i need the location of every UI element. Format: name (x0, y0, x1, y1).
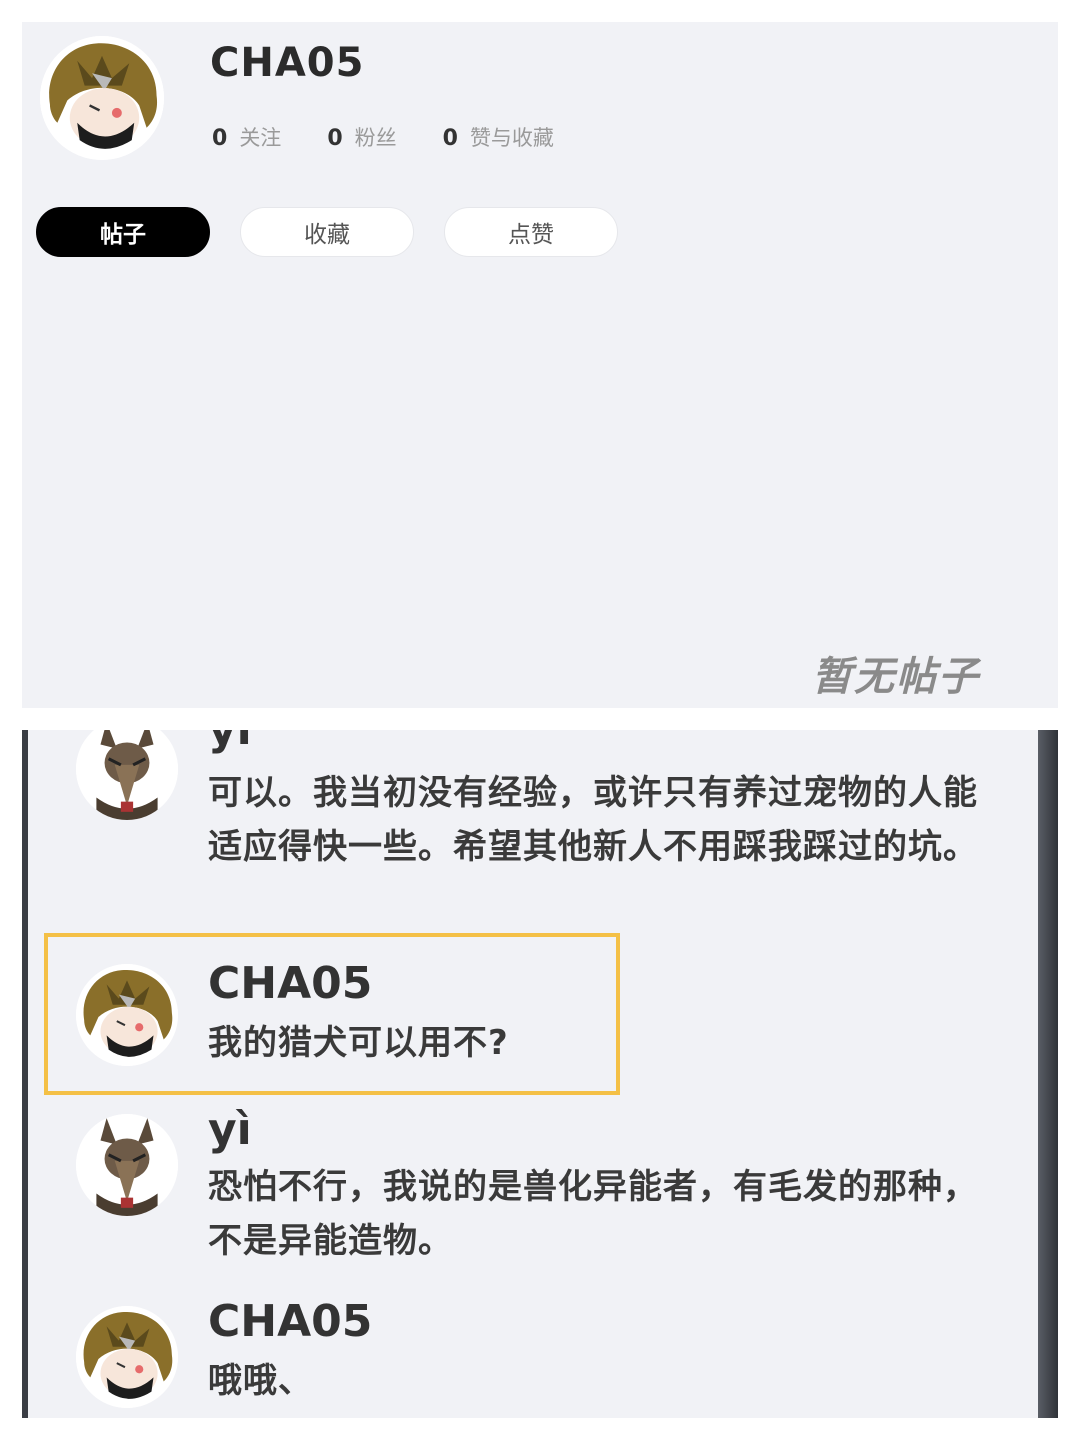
profile-username: CHA05 (210, 40, 365, 86)
stat-likes-label: 赞与收藏 (469, 126, 554, 150)
cha05-avatar[interactable] (76, 1306, 178, 1408)
yi-avatar[interactable] (76, 730, 178, 820)
profile-tabs: 帖子 收藏 点赞 (36, 207, 618, 257)
stat-following-label: 关注 (239, 126, 282, 150)
message-text: 哦哦、 (208, 1361, 313, 1401)
stat-followers-count: 0 (327, 126, 343, 151)
tab-favorites[interactable]: 收藏 (240, 207, 414, 257)
message-sender: CHA05 (208, 1296, 373, 1347)
message-text: 恐怕不行，我说的是兽化异能者，有毛发的那种，不是异能造物。 (208, 1167, 978, 1261)
chat-message: CHA05 哦哦、 (22, 1296, 1032, 1418)
tab-posts[interactable]: 帖子 (36, 207, 210, 257)
message-text: 我的猎犬可以用不? (208, 1023, 509, 1063)
stat-likes[interactable]: 0 赞与收藏 (443, 122, 554, 152)
message-sender: yì (208, 730, 252, 755)
message-sender: CHA05 (208, 958, 373, 1009)
chat-message: yì 恐怕不行，我说的是兽化异能者，有毛发的那种，不是异能造物。 (22, 1104, 1032, 1268)
cha05-avatar[interactable] (76, 964, 178, 1066)
profile-stats: 0 关注 0 粉丝 0 赞与收藏 (212, 122, 554, 152)
message-sender: yì (208, 1104, 252, 1155)
message-text: 可以。我当初没有经验，或许只有养过宠物的人能适应得快一些。希望其他新人不用踩我踩… (208, 773, 978, 867)
panel-edge-right (1038, 730, 1058, 1418)
stat-followers-label: 粉丝 (354, 126, 397, 150)
profile-avatar[interactable] (40, 36, 164, 160)
chat-panel[interactable]: yì 可以。我当初没有经验，或许只有养过宠物的人能适应得快一些。希望其他新人不用… (22, 730, 1058, 1418)
stat-followers[interactable]: 0 粉丝 (327, 122, 396, 152)
stat-likes-count: 0 (442, 126, 458, 151)
stat-following[interactable]: 0 关注 (212, 122, 281, 152)
profile-panel: CHA05 0 关注 0 粉丝 0 赞与收藏 帖子 收藏 点赞 暂无帖子 (22, 22, 1058, 708)
empty-posts-caption: 暂无帖子 (812, 654, 980, 700)
chat-message: yì 可以。我当初没有经验，或许只有养过宠物的人能适应得快一些。希望其他新人不用… (22, 730, 1032, 930)
tab-likes[interactable]: 点赞 (444, 207, 618, 257)
stat-following-count: 0 (212, 126, 228, 151)
yi-avatar[interactable] (76, 1114, 178, 1216)
chat-message-highlighted: CHA05 我的猎犬可以用不? (22, 958, 1032, 1080)
